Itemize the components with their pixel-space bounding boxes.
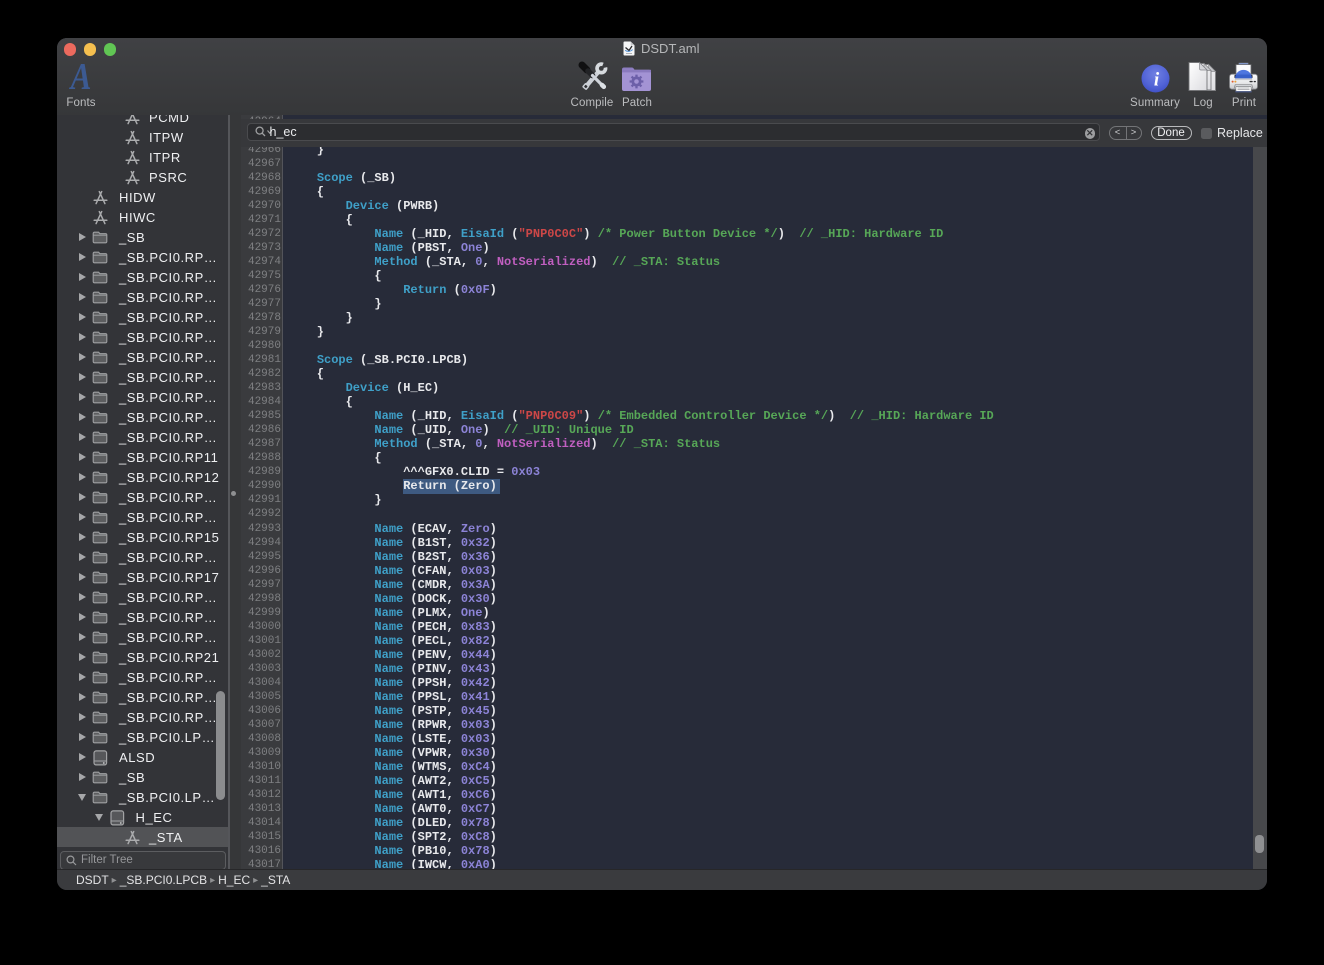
svg-text:i: i — [1154, 70, 1160, 91]
